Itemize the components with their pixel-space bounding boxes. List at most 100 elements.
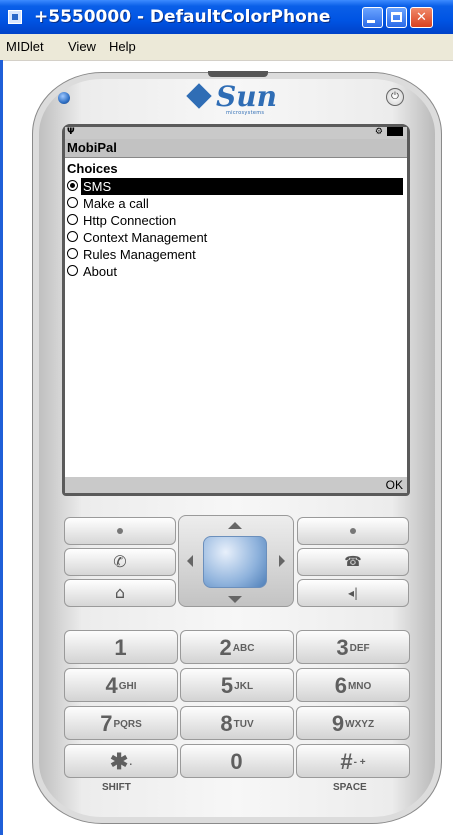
choice-label: Rules Management: [83, 247, 196, 262]
menubar: MIDlet View Help: [0, 34, 453, 61]
maximize-button[interactable]: [386, 7, 407, 28]
window-titlebar[interactable]: +5550000 - DefaultColorPhone ✕: [0, 0, 453, 34]
choice-label: About: [83, 264, 117, 279]
radio-button[interactable]: [67, 214, 78, 225]
softkey-ok[interactable]: OK: [386, 478, 403, 492]
menu-midlet[interactable]: MIDlet: [6, 39, 44, 54]
status-bar: Ψ ⚙: [65, 127, 407, 149]
radio-button[interactable]: [67, 197, 78, 208]
choice-make-a-call[interactable]: Make a call: [67, 195, 403, 212]
choice-label: Context Management: [83, 230, 208, 245]
key-8[interactable]: 8TUV: [180, 706, 294, 740]
key-letters: - +: [353, 756, 366, 768]
led-indicator: [58, 92, 70, 104]
dpad-up-icon[interactable]: [228, 522, 242, 529]
radio-button[interactable]: [67, 180, 78, 191]
key-9[interactable]: 9WXYZ: [296, 706, 410, 740]
back-button[interactable]: ◂|: [297, 579, 409, 607]
dpad-right-icon[interactable]: [279, 555, 285, 567]
key-letters: PQRS: [113, 718, 142, 730]
power-button[interactable]: ⏻: [386, 88, 404, 106]
choice-label: SMS: [83, 179, 112, 194]
key-3[interactable]: 3DEF: [296, 630, 410, 664]
choice-sms[interactable]: SMS: [67, 178, 403, 195]
radio-button[interactable]: [67, 231, 78, 242]
choice-rules-management[interactable]: Rules Management: [67, 246, 403, 263]
key-number: 4: [105, 673, 118, 698]
end-call-button[interactable]: ☎: [297, 548, 409, 576]
left-softkey[interactable]: [64, 517, 176, 545]
key-letters: DEF: [349, 642, 370, 654]
hangup-icon: ☎: [344, 554, 362, 570]
key-letters: GHI: [118, 680, 137, 692]
dpad-select-button[interactable]: [203, 536, 267, 588]
key-number: 1: [114, 635, 127, 660]
dot-icon: [350, 528, 356, 534]
back-icon: ◂|: [347, 586, 359, 600]
status-icons: ⚙: [375, 127, 403, 137]
close-icon: ✕: [416, 10, 427, 25]
list-title: Choices: [67, 161, 118, 176]
key-6[interactable]: 6MNO: [296, 668, 410, 702]
dpad-left-icon[interactable]: [187, 555, 193, 567]
key-letters: MNO: [347, 680, 372, 692]
home-icon: ⌂: [114, 583, 126, 602]
key-4[interactable]: 4GHI: [64, 668, 178, 702]
earpiece: [208, 71, 268, 77]
key-letters: WXYZ: [345, 718, 375, 730]
key-1[interactable]: 1: [64, 630, 178, 664]
key-number: 9: [331, 711, 345, 736]
signal-bars: [77, 130, 89, 149]
choice-context-management[interactable]: Context Management: [67, 229, 403, 246]
brand-sub: microsystems: [226, 110, 265, 116]
settings-icon: ⚙: [374, 127, 383, 137]
choice-http-connection[interactable]: Http Connection: [67, 212, 403, 229]
key-number: 5: [220, 673, 234, 698]
dpad-down-icon[interactable]: [228, 596, 242, 603]
menu-help[interactable]: Help: [109, 39, 136, 54]
app-header: MobiPal: [65, 139, 407, 158]
maximize-icon: [391, 12, 402, 22]
brand-name: Sun: [216, 80, 277, 113]
key-7[interactable]: 7PQRS: [64, 706, 178, 740]
key-number: 7: [100, 711, 113, 736]
key-number: 0: [230, 749, 243, 774]
key-hash[interactable]: #- +: [296, 744, 410, 778]
key-letters: .: [129, 756, 133, 768]
app-icon: [8, 10, 22, 24]
key-letters: JKL: [234, 680, 254, 692]
key-0[interactable]: 0: [180, 744, 294, 778]
choice-label: Http Connection: [83, 213, 177, 228]
minimize-icon: [367, 20, 375, 23]
signal-icon: Ψ: [67, 127, 75, 137]
power-icon: ⏻: [391, 91, 399, 102]
key-number: 6: [334, 673, 347, 698]
key-number: 2: [219, 635, 232, 660]
radio-button[interactable]: [67, 248, 78, 259]
app-title: MobiPal: [67, 140, 117, 155]
right-softkey[interactable]: [297, 517, 409, 545]
key-number: ✱: [109, 749, 129, 774]
shift-label: SHIFT: [102, 782, 131, 793]
key-letters: TUV: [233, 718, 254, 730]
menu-view[interactable]: View: [68, 39, 96, 54]
call-button[interactable]: ✆: [64, 548, 176, 576]
choice-label: Make a call: [83, 196, 149, 211]
key-star[interactable]: ✱.: [64, 744, 178, 778]
window-title: +5550000 - DefaultColorPhone: [34, 7, 331, 27]
key-5[interactable]: 5JKL: [180, 668, 294, 702]
close-button[interactable]: ✕: [410, 7, 433, 28]
key-2[interactable]: 2ABC: [180, 630, 294, 664]
sun-logo-icon: [186, 83, 212, 109]
phone-icon: ✆: [113, 552, 127, 571]
phone-screen: Ψ ⚙ MobiPal Choices SMS Make a call Http…: [65, 127, 407, 493]
softkey-bar: OK: [65, 477, 407, 493]
radio-button[interactable]: [67, 265, 78, 276]
key-number: 3: [336, 635, 349, 660]
dot-icon: [117, 528, 123, 534]
home-button[interactable]: ⌂: [64, 579, 176, 607]
minimize-button[interactable]: [362, 7, 383, 28]
space-label: SPACE: [333, 782, 367, 793]
key-number: 8: [220, 711, 233, 736]
choice-about[interactable]: About: [67, 263, 403, 280]
